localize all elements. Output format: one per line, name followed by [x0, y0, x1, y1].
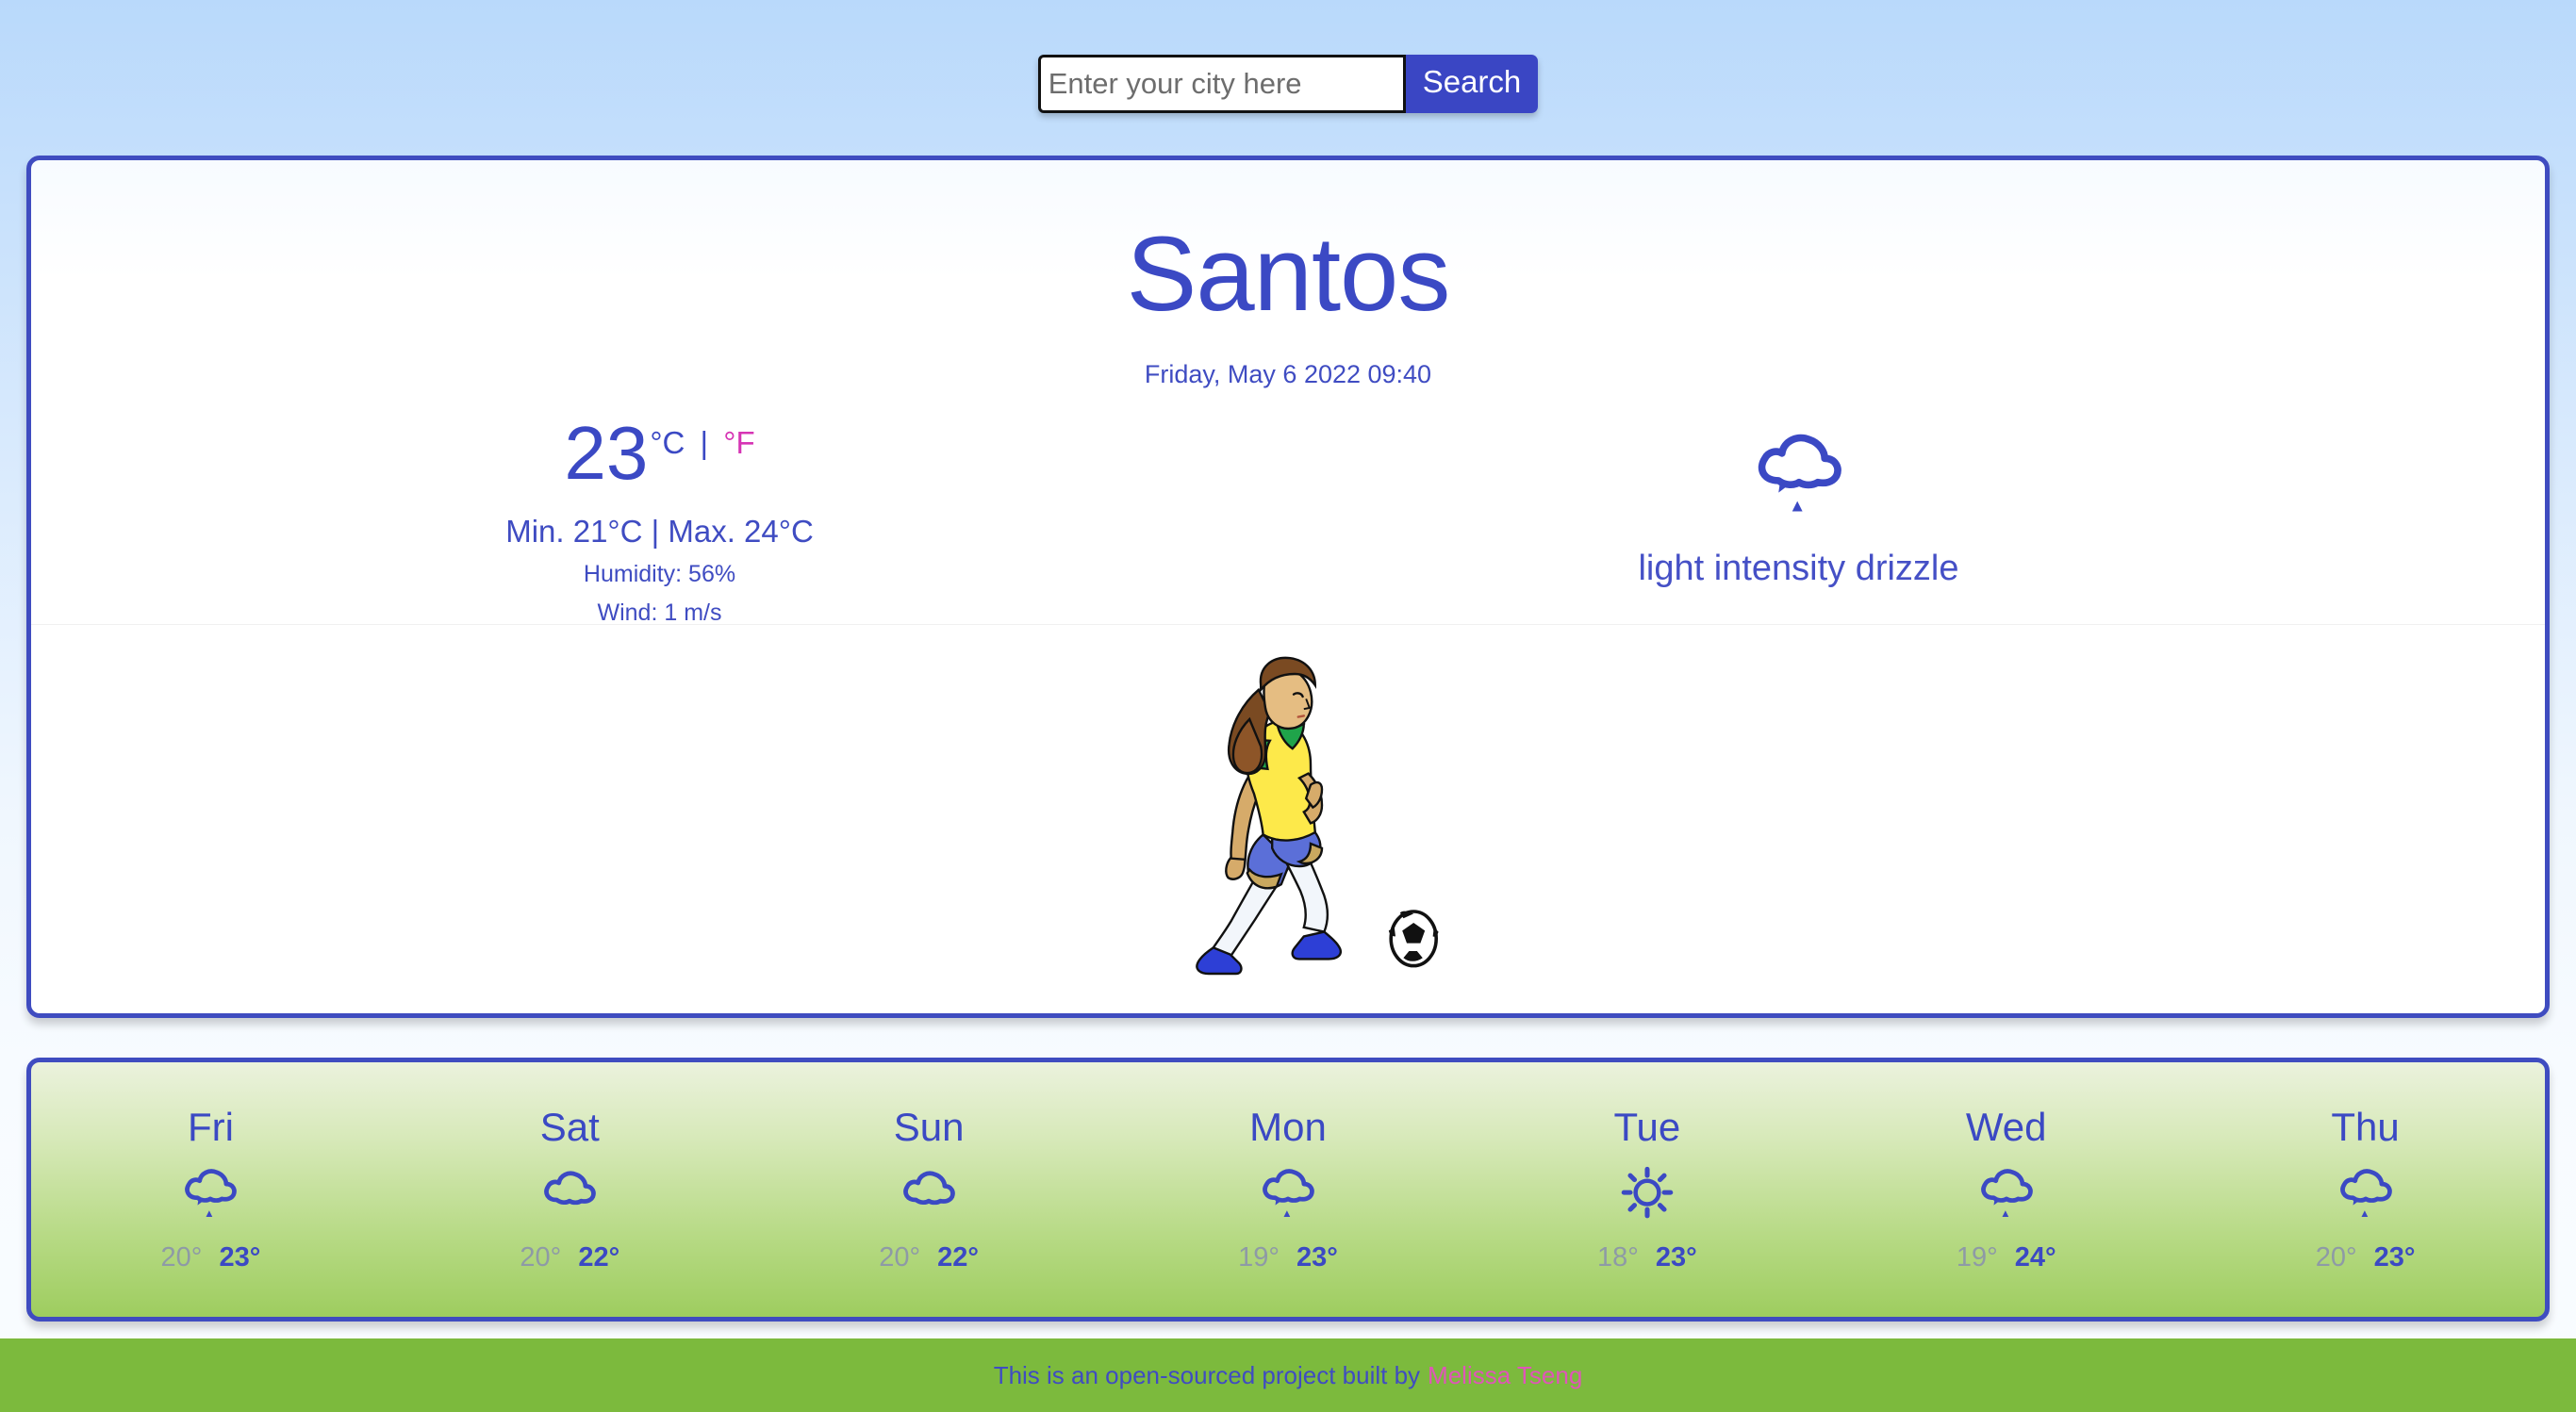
- current-datetime: Friday, May 6 2022 09:40: [1144, 359, 1432, 388]
- forecast-day-6: Thu 20° 23°: [2186, 1106, 2545, 1272]
- forecast-day-3: Mon 19° 23°: [1109, 1106, 1468, 1272]
- forecast-max-temp: 22°: [937, 1241, 980, 1272]
- cloud-icon: [390, 1156, 750, 1227]
- condition-description: light intensity drizzle: [1638, 548, 1959, 588]
- min-max-temperature: Min. 21°C | Max. 24°C: [505, 513, 814, 549]
- page-footer: This is an open-sourced project built by…: [0, 1338, 2576, 1412]
- drizzle-cloud-icon: [2186, 1156, 2545, 1227]
- forecast-max-temp: 23°: [1296, 1241, 1338, 1272]
- search-button[interactable]: Search: [1405, 55, 1539, 113]
- celsius-link[interactable]: °C: [650, 425, 685, 460]
- cloud-icon: [750, 1156, 1109, 1227]
- forecast-max-temp: 23°: [219, 1241, 261, 1272]
- forecast-max-temp: 23°: [1655, 1241, 1697, 1272]
- forecast-day-label: Sun: [893, 1105, 965, 1150]
- drizzle-cloud-icon: [1109, 1156, 1468, 1227]
- footer-text: This is an open-sourced project built by: [993, 1360, 1421, 1389]
- forecast-temps: 20° 23°: [31, 1242, 390, 1273]
- author-link[interactable]: Melissa Tseng: [1428, 1361, 1582, 1390]
- forecast-max-temp: 23°: [2373, 1241, 2416, 1272]
- forecast-min-temp: 20°: [520, 1241, 562, 1272]
- current-weather-card: Santos Friday, May 6 2022 09:40 23 °C | …: [26, 156, 2550, 1018]
- forecast-min-temp: 20°: [160, 1241, 203, 1272]
- forecast-day-0: Fri 20° 23°: [31, 1106, 390, 1272]
- forecast-day-2: Sun 20° 22°: [750, 1106, 1109, 1272]
- current-condition: light intensity drizzle: [1288, 416, 2545, 589]
- humidity-value: Humidity: 56%: [583, 560, 736, 587]
- forecast-day-4: Tue 18° 23°: [1467, 1106, 1826, 1272]
- forecast-day-label: Wed: [1965, 1105, 2047, 1150]
- forecast-temps: 20° 22°: [390, 1242, 750, 1273]
- forecast-min-temp: 20°: [2315, 1241, 2357, 1272]
- temperature-display: 23 °C | °F: [564, 410, 754, 495]
- forecast-day-label: Thu: [2331, 1105, 2400, 1150]
- forecast-temps: 19° 23°: [1109, 1242, 1468, 1273]
- page-title: Santos: [1126, 215, 1451, 333]
- forecast-min-temp: 19°: [1956, 1241, 1998, 1272]
- search-bar: Search: [0, 0, 2576, 113]
- search-input[interactable]: [1037, 55, 1406, 113]
- forecast-day-label: Mon: [1249, 1105, 1327, 1150]
- search-form: Search: [1037, 55, 1539, 113]
- current-weather-metrics: 23 °C | °F Min. 21°C | Max. 24°C Humidit…: [31, 410, 1288, 627]
- forecast-temps: 18° 23°: [1467, 1242, 1826, 1273]
- forecast-min-temp: 20°: [879, 1241, 921, 1272]
- current-weather-row: 23 °C | °F Min. 21°C | Max. 24°C Humidit…: [31, 410, 2545, 627]
- forecast-day-1: Sat 20° 22°: [390, 1106, 750, 1272]
- sun-icon: [1467, 1156, 1826, 1227]
- section-divider: [31, 624, 2545, 625]
- temperature-units: °C | °F: [650, 425, 754, 461]
- forecast-temps: 20° 22°: [750, 1242, 1109, 1273]
- fahrenheit-link[interactable]: °F: [723, 425, 754, 460]
- forecast-day-label: Fri: [187, 1105, 234, 1150]
- drizzle-cloud-icon: [1288, 416, 2309, 530]
- forecast-strip: Fri 20° 23° Sat 20° 22° Sun 20° 22° Mon …: [26, 1058, 2550, 1322]
- temperature-value: 23: [564, 410, 649, 495]
- forecast-temps: 19° 24°: [1826, 1242, 2186, 1273]
- unit-separator: |: [700, 424, 709, 460]
- forecast-day-label: Sat: [539, 1105, 600, 1150]
- forecast-min-temp: 19°: [1238, 1241, 1280, 1272]
- forecast-temps: 20° 23°: [2186, 1242, 2545, 1273]
- forecast-min-temp: 18°: [1596, 1241, 1639, 1272]
- forecast-day-label: Tue: [1613, 1105, 1681, 1150]
- drizzle-cloud-icon: [31, 1156, 390, 1227]
- forecast-day-5: Wed 19° 24°: [1826, 1106, 2186, 1272]
- soccer-player-with-ball-illustration: [31, 650, 2545, 985]
- forecast-max-temp: 22°: [578, 1241, 620, 1272]
- drizzle-cloud-icon: [1826, 1156, 2186, 1227]
- forecast-max-temp: 24°: [2014, 1241, 2056, 1272]
- wind-value: Wind: 1 m/s: [597, 599, 722, 626]
